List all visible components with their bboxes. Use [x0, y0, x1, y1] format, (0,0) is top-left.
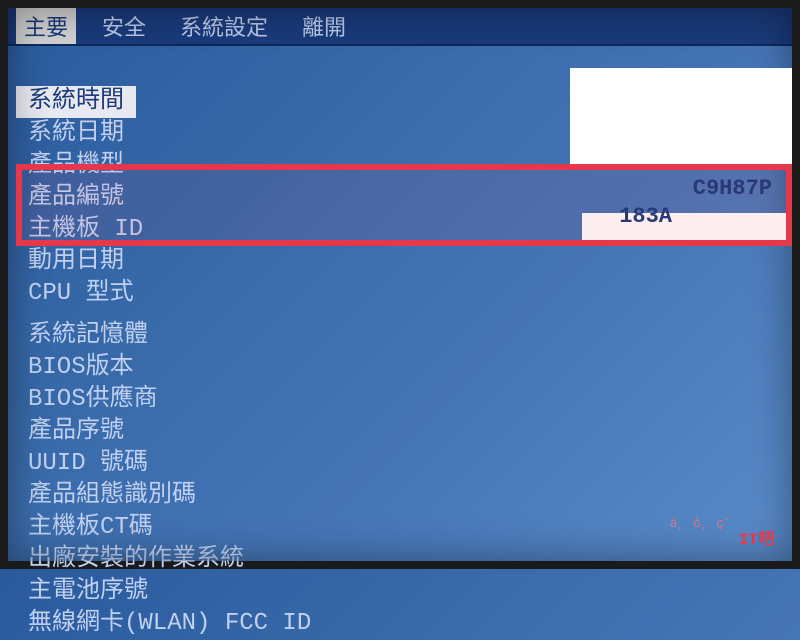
watermark-brand: IT吧 [739, 525, 774, 549]
redaction-box-top [570, 68, 792, 170]
value-product-number: C9H87P [693, 176, 772, 201]
row-battery-serial: 主電池序號 [16, 576, 792, 608]
row-product-number: 產品編號 [16, 182, 792, 214]
row-wlan-fcc-id: 無線網卡(WLAN) FCC ID [16, 608, 792, 640]
menu-exit[interactable]: 離開 [294, 8, 354, 44]
row-bios-vendor: BIOS供應商 [16, 384, 792, 416]
redaction-box-mid [582, 213, 792, 241]
row-bios-version: BIOS版本 [16, 352, 792, 384]
bios-menu-bar: 主要 安全 系統設定 離開 [8, 8, 792, 46]
row-uuid: UUID 號碼 [16, 448, 792, 480]
row-cpu-type: CPU 型式 [16, 278, 792, 310]
menu-security[interactable]: 安全 [94, 8, 154, 44]
menu-main[interactable]: 主要 [16, 8, 76, 44]
menu-system-config[interactable]: 系統設定 [172, 8, 276, 44]
row-system-memory: 系統記憶體 [16, 320, 792, 352]
row-product-serial: 產品序號 [16, 416, 792, 448]
row-born-date: 動用日期 [16, 246, 792, 278]
value-motherboard-id: 183A [619, 204, 672, 229]
row-factory-os: 出廠安裝的作業系統 [16, 544, 792, 576]
watermark-chars: ä¸ č¸ ç˝ [670, 516, 732, 531]
row-system-time[interactable]: 系統時間 [16, 86, 136, 118]
row-product-config-id: 產品組態識別碼 [16, 480, 792, 512]
